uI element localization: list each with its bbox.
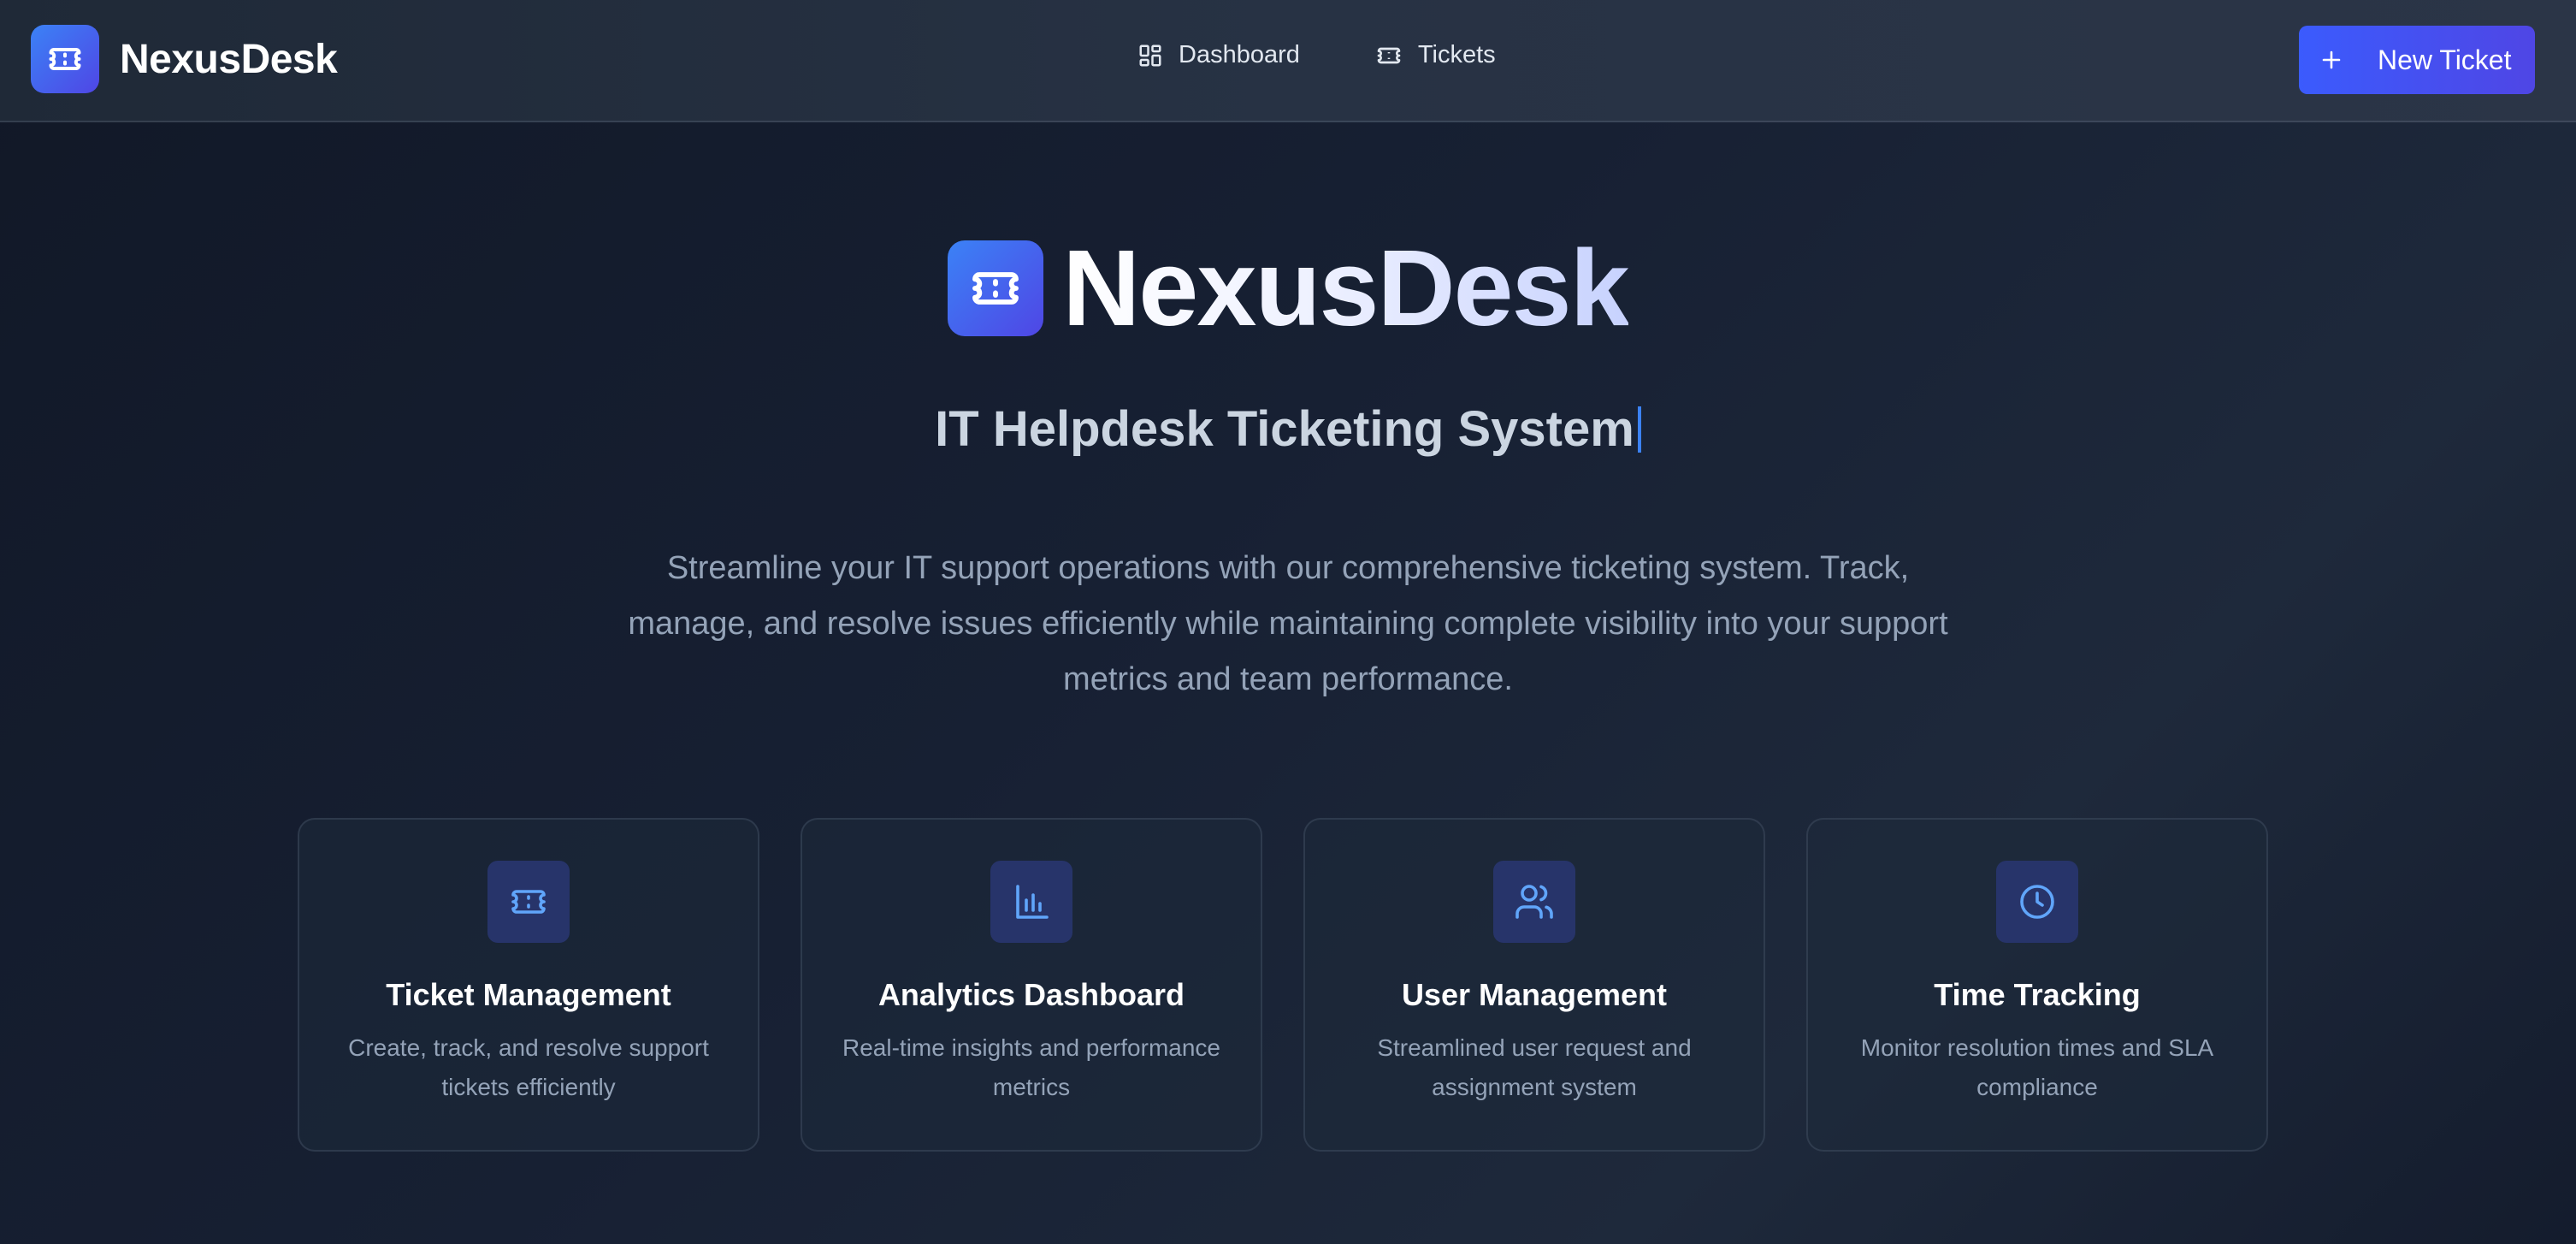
bar-chart-icon	[990, 861, 1072, 943]
ticket-icon	[487, 861, 570, 943]
feature-card-user-management: User Management Streamlined user request…	[1303, 818, 1765, 1152]
users-icon	[1493, 861, 1575, 943]
ticket-icon	[1377, 47, 1401, 63]
feature-description: Real-time insights and performance metri…	[842, 1034, 1220, 1100]
feature-description: Monitor resolution times and SLA complia…	[1860, 1034, 2214, 1100]
nav-item-label: Tickets	[1417, 41, 1496, 68]
new-ticket-label: New Ticket	[2378, 44, 2512, 75]
nav-item-tickets[interactable]: Tickets	[1375, 41, 1496, 69]
ticket-icon	[948, 240, 1044, 336]
feature-title: Ticket Management	[386, 977, 671, 1012]
main-nav: Dashboard Tickets	[1137, 41, 1496, 69]
feature-title: Time Tracking	[1934, 977, 2141, 1012]
brand-name: NexusDesk	[120, 36, 338, 82]
hero-title: NexusDesk	[1062, 228, 1629, 348]
typing-caret	[1637, 406, 1641, 453]
plus-icon	[2322, 50, 2341, 69]
feature-description: Streamlined user request and assignment …	[1377, 1034, 1692, 1100]
feature-card-analytics-dashboard: Analytics Dashboard Real-time insights a…	[801, 818, 1262, 1152]
nav-item-dashboard[interactable]: Dashboard	[1137, 41, 1300, 69]
clock-icon	[1996, 861, 2078, 943]
ticket-icon	[31, 25, 99, 93]
dashboard-grid-icon	[1139, 44, 1161, 66]
hero-title-row: NexusDesk	[0, 234, 2576, 342]
feature-cards: Ticket Management Create, track, and res…	[298, 818, 2268, 1152]
top-navbar: NexusDesk Dashboard Tickets New Ticket	[0, 0, 2576, 122]
new-ticket-button[interactable]: New Ticket	[2299, 26, 2535, 94]
feature-title: Analytics Dashboard	[877, 977, 1185, 1012]
feature-card-ticket-management: Ticket Management Create, track, and res…	[298, 818, 759, 1152]
feature-card-time-tracking: Time Tracking Monitor resolution times a…	[1806, 818, 2268, 1152]
brand[interactable]: NexusDesk	[31, 25, 338, 93]
hero-subtitle: IT Helpdesk Ticketing System	[0, 400, 2576, 458]
nav-item-label: Dashboard	[1179, 41, 1300, 68]
feature-description: Create, track, and resolve support ticke…	[348, 1034, 709, 1100]
hero-description: Streamline your IT support operations wi…	[628, 550, 1948, 697]
hero-subtitle-text: IT Helpdesk Ticketing System	[935, 401, 1634, 457]
feature-title: User Management	[1401, 977, 1668, 1012]
